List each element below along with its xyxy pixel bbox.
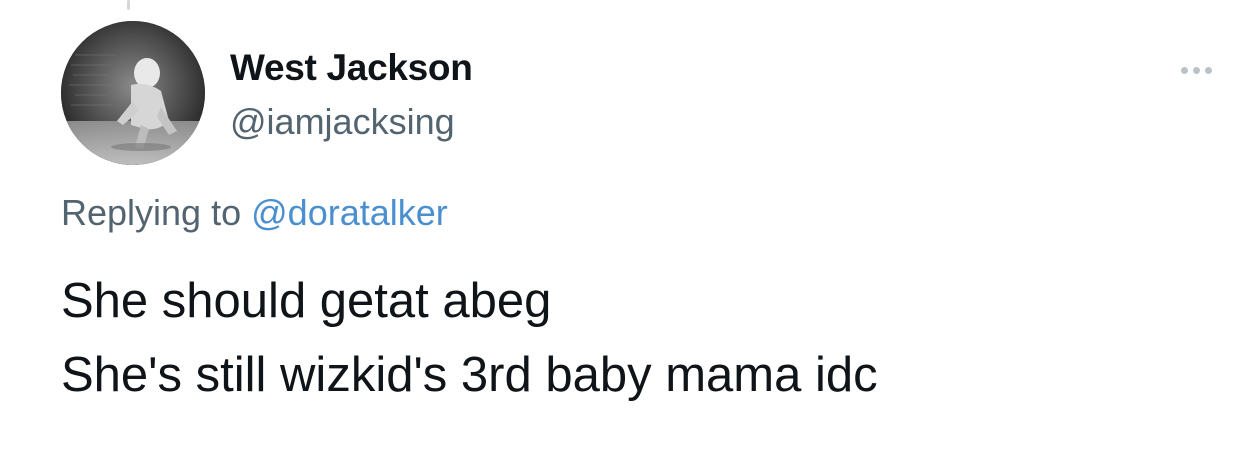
author-handle[interactable]: @iamjacksing <box>230 100 455 144</box>
more-horizontal-icon <box>1192 66 1200 74</box>
tweet-text: She should getat abeg She's still wizkid… <box>61 264 878 412</box>
tweet-text-line: She should getat abeg <box>61 274 552 328</box>
more-options-button[interactable] <box>1168 52 1224 88</box>
author-display-name[interactable]: West Jackson <box>230 46 473 90</box>
more-horizontal-icon <box>1204 66 1212 74</box>
more-horizontal-icon <box>1180 66 1188 74</box>
thread-connector-line <box>127 0 130 10</box>
reply-mention-link[interactable]: @doratalker <box>251 192 448 233</box>
avatar-photo-icon <box>61 21 205 165</box>
replying-to-line: Replying to @doratalker <box>61 190 448 236</box>
avatar[interactable] <box>61 21 205 165</box>
tweet-text-line: She's still wizkid's 3rd baby mama idc <box>61 348 878 402</box>
replying-to-label: Replying to <box>61 192 242 233</box>
